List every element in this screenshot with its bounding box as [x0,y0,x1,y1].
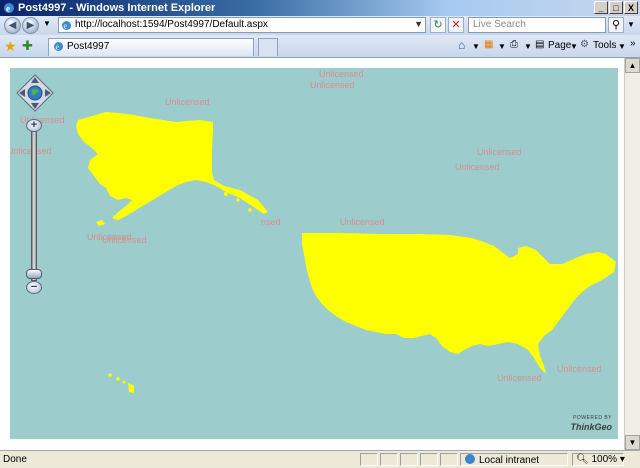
tab-ie-icon: e [54,42,63,52]
watermark-label: Unlicensed [477,147,522,157]
watermark-label: Unlicensed [497,373,542,383]
tools-menu[interactable]: Tools [593,40,616,51]
zoom-thumb[interactable] [26,269,42,279]
page-content: Unlicensed Unlicensed Unlicensed Unlicen… [0,58,640,450]
hawaii-island [122,380,126,384]
zoom-level[interactable]: 🔍︎ 100% ▾ [576,454,625,465]
security-zone[interactable]: Local intranet [465,454,539,466]
status-panel [400,453,418,466]
status-panel [440,453,458,466]
window-title: Post4997 - Windows Internet Explorer [18,2,216,14]
watermark-label: Unlicensed [165,97,210,107]
scroll-down-icon[interactable]: ▼ [625,435,640,450]
tools-gear-icon: ⚙ [580,39,589,50]
feeds-icon[interactable]: ▦ [484,39,493,50]
zoom-out-button[interactable]: − [26,281,42,294]
status-text: Done [3,454,27,465]
intranet-globe-icon [465,454,475,464]
print-icon[interactable]: ⎙ [510,39,518,50]
brand-label: ThinkGeo [570,422,612,432]
print-dropdown-icon[interactable]: ▼ [524,42,532,51]
close-window-button[interactable]: X [624,1,638,14]
page-dropdown-icon[interactable]: ▼ [570,42,578,51]
watermark-label: Unlicensed [557,364,602,374]
search-options-icon[interactable]: ▼ [627,20,635,29]
alaska-shape [76,112,268,220]
aleutian-island [236,198,240,202]
maximize-button[interactable]: □ [609,1,623,14]
zoom-slider[interactable]: + − [26,119,42,294]
back-arrow-icon: ◀ [8,20,17,31]
hawaii-island [128,383,134,393]
search-input[interactable]: Live Search [468,17,606,33]
aleutian-island [248,208,252,212]
watermark-label: Unlicensed [310,80,355,90]
title-bar: e Post4997 - Windows Internet Explorer _… [0,0,640,16]
forward-button[interactable]: ▶ [22,17,39,34]
zoom-label: 100% [591,454,618,465]
tab-post4997[interactable]: e Post4997 [48,38,254,56]
hawaii-island [116,377,120,381]
watermark-label: Unlicensed [340,217,385,227]
address-toolbar: ◀ ▶ ▼ e http://localhost:1594/Post4997/D… [0,16,640,35]
status-panel [420,453,438,466]
watermark-label-partial: nsed [261,217,281,227]
favorites-star-icon[interactable]: ★ [4,38,17,55]
aleutian-island [96,220,105,226]
zoom-magnifier-icon: 🔍︎ [576,454,589,465]
svg-text:e: e [56,43,60,52]
home-dropdown-icon[interactable]: ▼ [472,42,480,51]
stop-button[interactable]: ✕ [448,17,464,33]
back-button[interactable]: ◀ [4,17,21,34]
svg-text:e: e [6,4,10,14]
pan-control[interactable] [16,74,54,112]
refresh-icon: ↻ [433,19,443,31]
page-ie-icon: e [62,21,71,31]
thinkgeo-logo: POWERED BY ThinkGeo [558,415,612,433]
tab-command-bar: ★ ✚ e Post4997 ⌂ ▼ ▦ ▼ ⎙ ▼ ▤ Page ▼ ⚙ To… [0,35,640,58]
page-menu[interactable]: Page [548,40,571,51]
search-button[interactable]: ⚲ [608,17,624,33]
add-favorites-icon[interactable]: ✚ [22,38,33,54]
new-tab-button[interactable] [258,38,278,56]
stop-icon: ✕ [451,19,461,31]
svg-text:e: e [64,22,68,31]
refresh-button[interactable]: ↻ [430,17,446,33]
hawaii-island [108,373,112,377]
status-bar: Done Local intranet 🔍︎ 100% ▾ [0,450,640,468]
watermark-label: Unlicensed [455,162,500,172]
zoom-track[interactable] [31,131,37,281]
tools-dropdown-icon[interactable]: ▼ [618,42,626,51]
map-canvas[interactable]: Unlicensed Unlicensed Unlicensed Unlicen… [10,68,618,439]
address-field[interactable]: e http://localhost:1594/Post4997/Default… [58,17,426,33]
watermark-label: Unlicensed [102,235,147,245]
history-dropdown-icon[interactable]: ▼ [43,19,51,28]
more-commands-icon[interactable]: » [630,38,636,49]
contiguous-us-shape [302,233,616,374]
feeds-dropdown-icon[interactable]: ▼ [498,42,506,51]
forward-arrow-icon: ▶ [26,20,35,31]
status-panel [380,453,398,466]
minus-icon: − [30,281,38,293]
powered-by-label: POWERED BY [573,415,612,421]
zoom-in-button[interactable]: + [26,119,42,132]
plus-icon: + [30,119,38,131]
page-icon: ▤ [535,39,545,50]
minimize-button[interactable]: _ [594,1,608,14]
ie-app-icon: e [4,3,14,14]
home-icon[interactable]: ⌂ [458,38,465,52]
search-icon: ⚲ [611,19,621,31]
watermark-label: Unlicensed [319,69,364,79]
land-layer [76,112,616,393]
status-panel [360,453,378,466]
aleutian-island [224,192,228,196]
vertical-scrollbar[interactable]: ▲ ▼ [624,58,640,450]
zone-label: Local intranet [479,455,540,466]
tab-label: Post4997 [67,41,110,52]
address-dropdown-icon[interactable]: ▼ [414,19,423,29]
address-url: http://localhost:1594/Post4997/Default.a… [75,19,268,30]
scroll-up-icon[interactable]: ▲ [625,58,640,73]
